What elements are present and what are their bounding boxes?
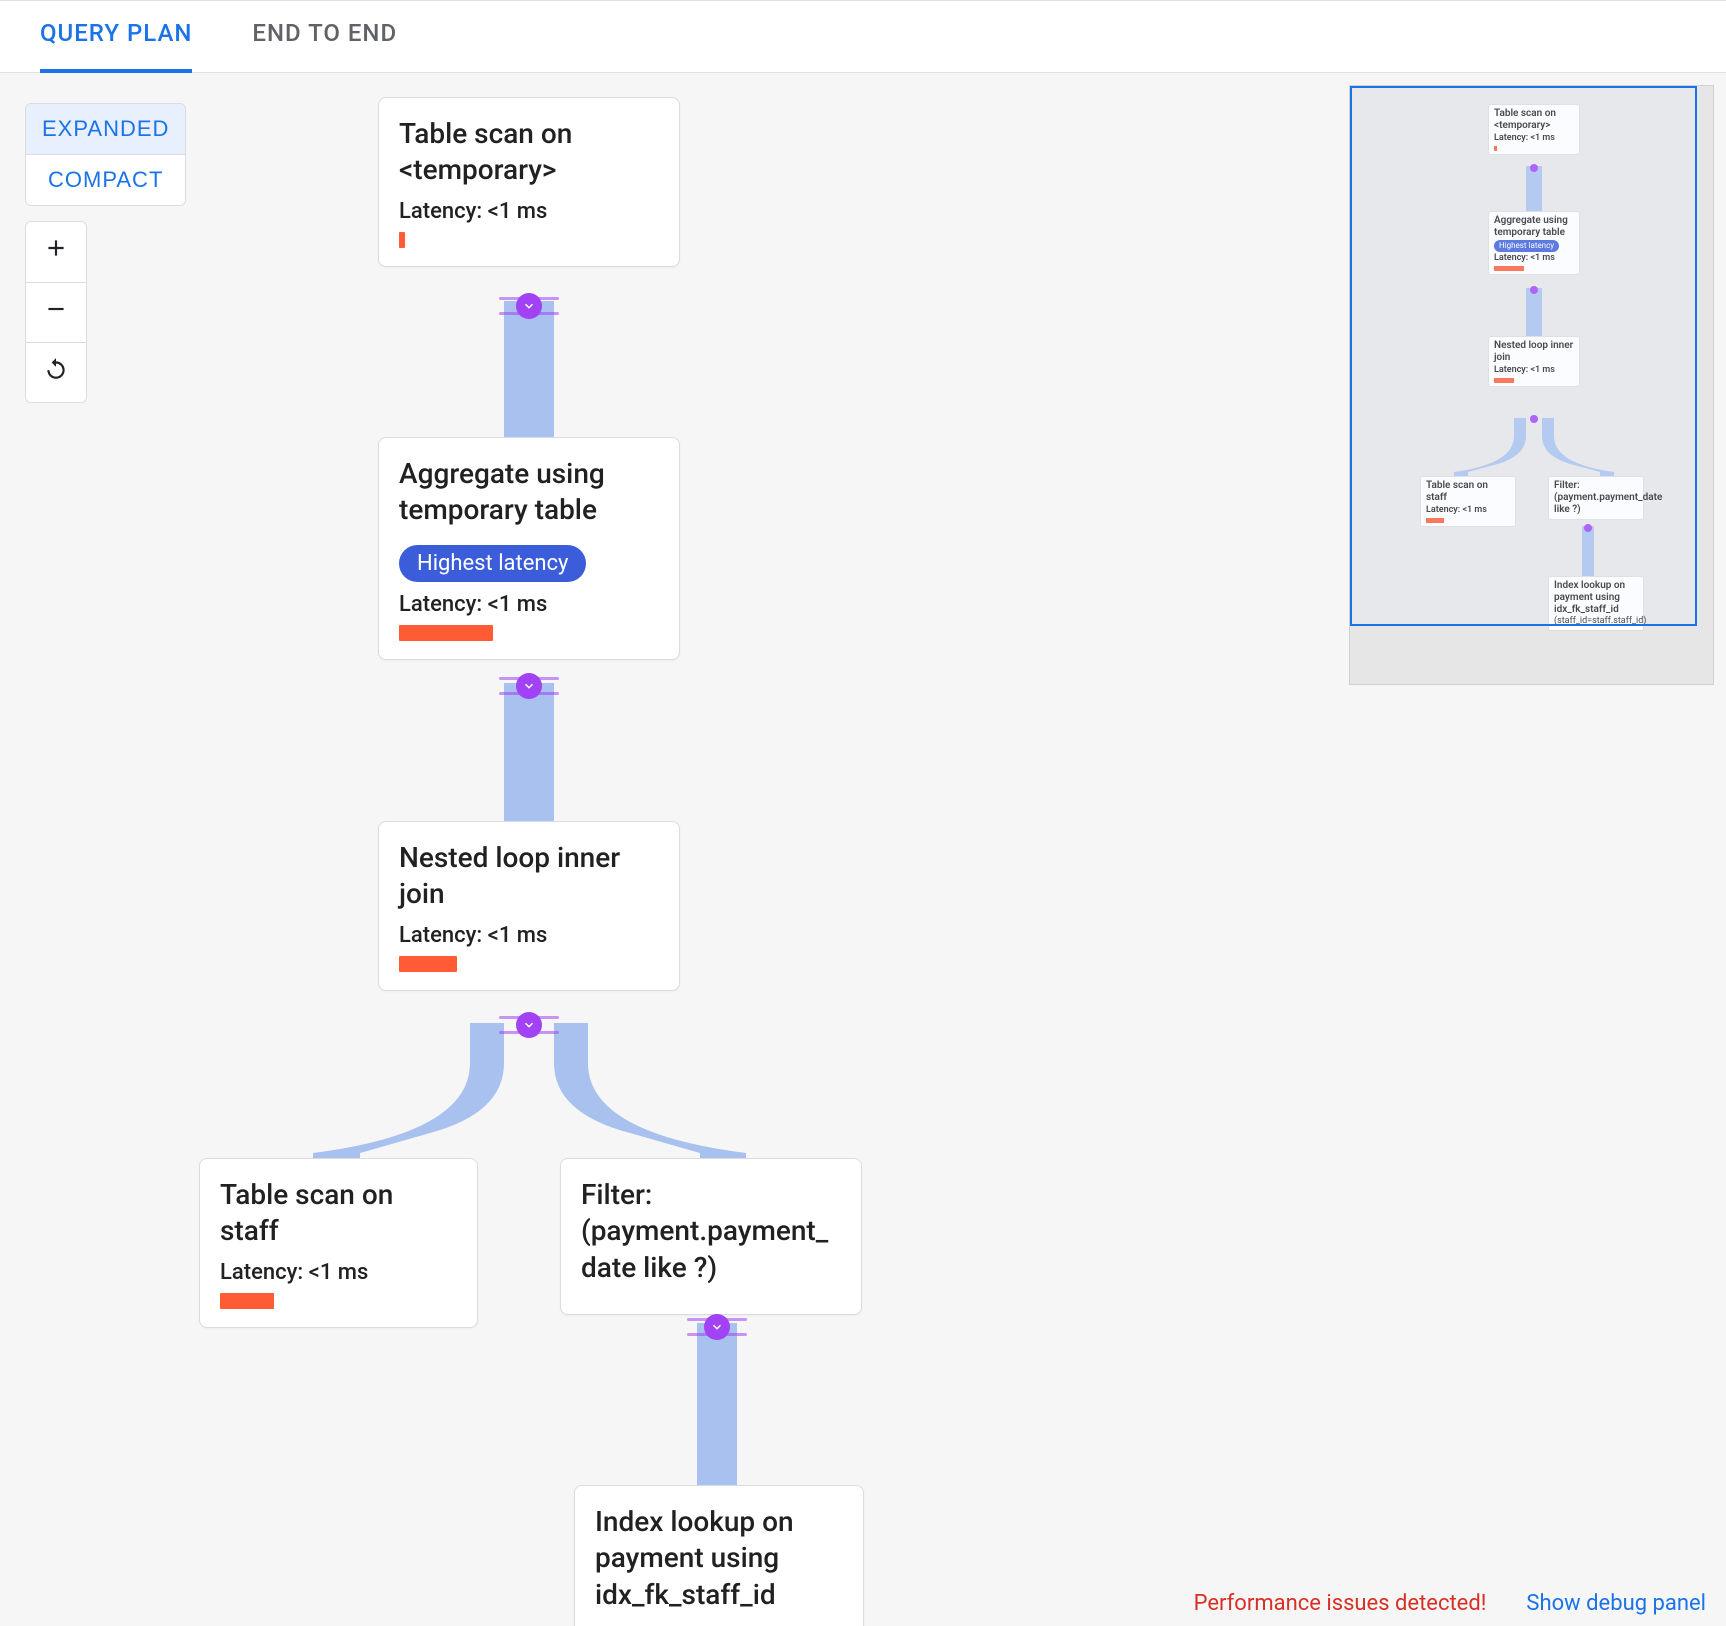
- node-latency: Latency: <1 ms: [399, 592, 659, 617]
- show-debug-panel-link[interactable]: Show debug panel: [1526, 1591, 1706, 1616]
- chevron-down-icon: [704, 1314, 730, 1340]
- zoom-reset-button[interactable]: [26, 342, 86, 402]
- zoom-in-button[interactable]: [26, 222, 86, 282]
- plan-node-index-lookup[interactable]: Index lookup on payment using idx_fk_sta…: [574, 1485, 864, 1626]
- node-title: Table scan on staff: [220, 1177, 457, 1250]
- tab-bar: QUERY PLAN END TO END: [0, 1, 1726, 73]
- tab-end-to-end[interactable]: END TO END: [252, 19, 397, 69]
- node-latency: Latency: <1 ms: [399, 923, 659, 948]
- chevron-down-icon: [516, 1012, 542, 1038]
- plan-node-aggregate[interactable]: Aggregate using temporary table Highest …: [378, 437, 680, 660]
- chevron-down-icon: [516, 673, 542, 699]
- node-title: Aggregate using temporary table: [399, 456, 659, 529]
- collapse-toggle[interactable]: [499, 295, 559, 317]
- latency-bar: [399, 956, 457, 972]
- minimap[interactable]: Table scan on <temporary> Latency: <1 ms…: [1349, 85, 1714, 685]
- chevron-down-icon: [516, 293, 542, 319]
- node-title: Table scan on <temporary>: [399, 116, 659, 189]
- latency-bar: [399, 232, 405, 248]
- node-title: Index lookup on payment using idx_fk_sta…: [595, 1504, 843, 1613]
- view-mode-toggle: EXPANDED COMPACT: [25, 103, 186, 206]
- latency-bar: [399, 625, 493, 641]
- latency-bar: [220, 1293, 274, 1309]
- zoom-controls: [25, 221, 87, 403]
- highest-latency-badge: Highest latency: [399, 545, 586, 582]
- tab-query-plan[interactable]: QUERY PLAN: [40, 19, 192, 73]
- node-latency: Latency: <1 ms: [399, 199, 659, 224]
- performance-warning: Performance issues detected!: [1194, 1591, 1487, 1616]
- footer-bar: Performance issues detected! Show debug …: [1194, 1591, 1706, 1616]
- node-latency: Latency: <1 ms: [220, 1260, 457, 1285]
- compact-button[interactable]: COMPACT: [26, 155, 185, 205]
- node-title: Filter: (payment.payment_date like ?): [581, 1177, 841, 1286]
- plan-node-nested-loop[interactable]: Nested loop inner join Latency: <1 ms: [378, 821, 680, 991]
- collapse-toggle[interactable]: [499, 675, 559, 697]
- reset-icon: [43, 356, 69, 390]
- plan-node-filter[interactable]: Filter: (payment.payment_date like ?): [560, 1158, 862, 1315]
- expanded-button[interactable]: EXPANDED: [26, 104, 185, 155]
- plus-icon: [43, 235, 69, 269]
- collapse-toggle[interactable]: [687, 1316, 747, 1338]
- collapse-toggle[interactable]: [499, 1014, 559, 1036]
- zoom-out-button[interactable]: [26, 282, 86, 342]
- minus-icon: [43, 296, 69, 330]
- minimap-viewport[interactable]: [1350, 86, 1697, 626]
- plan-node-table-scan-temporary[interactable]: Table scan on <temporary> Latency: <1 ms: [378, 97, 680, 267]
- plan-canvas[interactable]: EXPANDED COMPACT: [0, 73, 1726, 1626]
- node-title: Nested loop inner join: [399, 840, 659, 913]
- plan-node-table-scan-staff[interactable]: Table scan on staff Latency: <1 ms: [199, 1158, 478, 1328]
